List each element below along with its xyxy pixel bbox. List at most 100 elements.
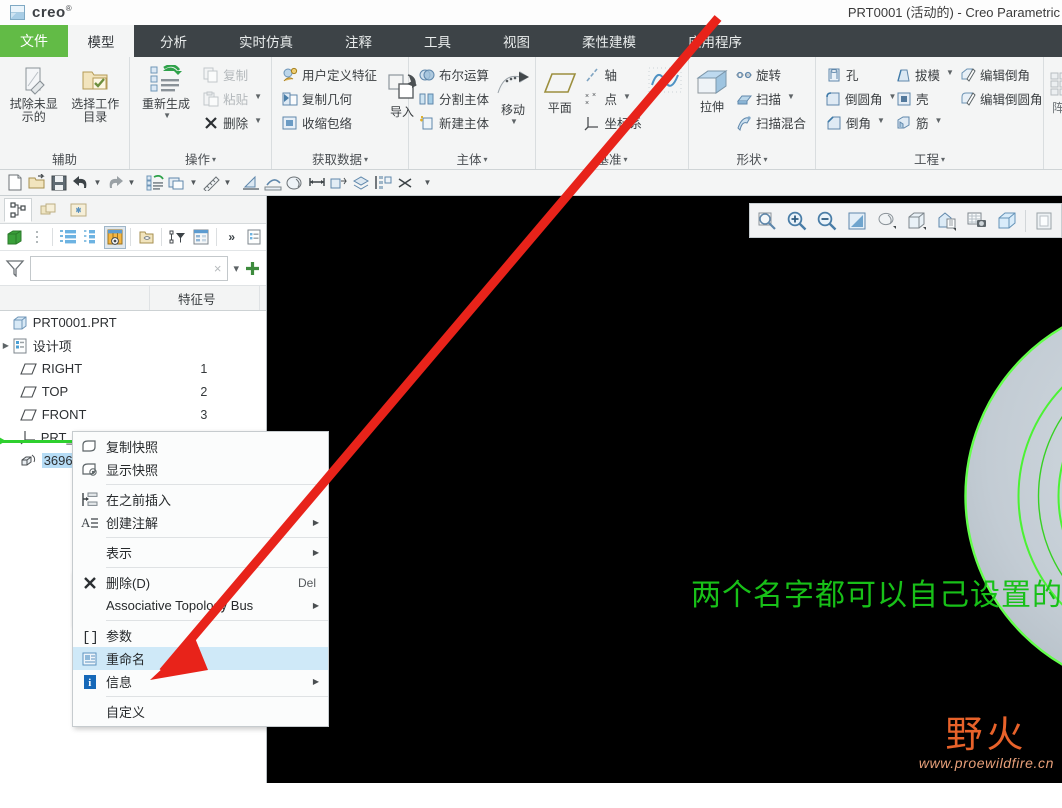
swept-blend-button[interactable]: 扫描混合: [732, 111, 809, 134]
regenerate-qbutton[interactable]: [144, 172, 165, 193]
paste-button[interactable]: 粘贴 ▼: [199, 87, 265, 110]
round-button[interactable]: 倒圆角 ▼: [822, 87, 896, 110]
search-input-wrap[interactable]: ×: [30, 255, 229, 281]
zoom-in-button[interactable]: [783, 207, 811, 235]
pattern-button[interactable]: 阵列▼: [1049, 62, 1062, 128]
chevron-down-icon[interactable]: ▼: [946, 68, 954, 77]
group-dialog-caret[interactable]: ▾: [484, 155, 488, 164]
clear-icon[interactable]: ×: [208, 261, 228, 276]
context-menu-item[interactable]: A 创建注解 ▶: [73, 511, 328, 534]
grip-handle[interactable]: [26, 226, 48, 249]
expand-all-button[interactable]: [57, 226, 79, 249]
undo-dropdown[interactable]: ▼: [92, 178, 103, 187]
redo-dropdown[interactable]: ▼: [126, 178, 137, 187]
tree-row-design-items[interactable]: ▶ 设计项: [0, 334, 266, 357]
ribbon-tab-annotate[interactable]: 注释: [319, 25, 398, 57]
erase-undisplayed-button[interactable]: 拭除未显 示的: [6, 62, 62, 124]
collapse-all-button[interactable]: [81, 226, 103, 249]
tree-col-extra-header[interactable]: [260, 286, 266, 310]
tree-col-featnum-header[interactable]: 特征号: [150, 286, 260, 310]
udf-button[interactable]: 用户定义特征: [278, 63, 380, 86]
tree-settings-button[interactable]: [189, 226, 211, 249]
add-filter-icon[interactable]: [244, 260, 261, 277]
ribbon-tab-file[interactable]: 文件: [0, 25, 68, 57]
search-folder-button[interactable]: [135, 226, 157, 249]
regenerate-button[interactable]: 重新生成 ▼: [136, 62, 196, 124]
graphics-viewport[interactable]: 两个名字都可以自己设置的 野火 www.proewildfire.cn: [267, 196, 1062, 783]
group-dialog-caret[interactable]: ▾: [624, 155, 628, 164]
paint-button[interactable]: [284, 172, 305, 193]
folder-browser-tab[interactable]: [64, 198, 92, 222]
dimension-button[interactable]: [306, 172, 327, 193]
boolean-button[interactable]: 布尔运算: [415, 63, 492, 86]
context-menu-item[interactable]: 表示 ▶: [73, 541, 328, 564]
extrude-button[interactable]: 拉伸: [695, 62, 729, 114]
open-button[interactable]: [26, 172, 47, 193]
datum-curve-button[interactable]: [648, 62, 682, 99]
select-working-directory-button[interactable]: 选择工作 目录: [68, 62, 124, 124]
chevron-down-icon[interactable]: ▼: [889, 92, 897, 101]
tree-columns-button[interactable]: [103, 225, 127, 249]
close-all-button[interactable]: [394, 172, 415, 193]
chevron-down-icon[interactable]: ▼: [787, 92, 795, 101]
context-menu-item[interactable]: 复制快照: [73, 435, 328, 458]
layer-button[interactable]: [350, 172, 371, 193]
group-dialog-caret[interactable]: ▾: [764, 155, 768, 164]
zoom-out-button[interactable]: [813, 207, 841, 235]
delete-button[interactable]: 删除 ▼: [199, 111, 265, 134]
new-button[interactable]: [4, 172, 25, 193]
search-input[interactable]: [31, 257, 208, 279]
context-menu-item[interactable]: 显示快照: [73, 458, 328, 481]
group-dialog-caret[interactable]: ▾: [212, 155, 216, 164]
datum-csys-button[interactable]: 坐标系: [580, 111, 645, 134]
edit-chamfer-button[interactable]: 编辑倒角: [956, 63, 1046, 86]
tree-options-button[interactable]: [244, 226, 266, 249]
perspective-button[interactable]: [1030, 207, 1058, 235]
chevron-down-icon[interactable]: ▼: [144, 109, 190, 122]
analysis-button[interactable]: [240, 172, 261, 193]
customize-qat-dropdown[interactable]: ▼: [422, 178, 433, 187]
tree-row-front[interactable]: FRONT 3: [0, 403, 266, 426]
filter-tree-button[interactable]: [166, 226, 188, 249]
refit-button[interactable]: [753, 207, 781, 235]
draft-button[interactable]: 拔模 ▼: [892, 63, 956, 86]
datum-display-button[interactable]: [873, 207, 901, 235]
undo-button[interactable]: [70, 172, 91, 193]
group-dialog-caret[interactable]: ▾: [941, 155, 945, 164]
ribbon-tab-live-sim[interactable]: 实时仿真: [213, 25, 319, 57]
shrinkwrap-button[interactable]: 收缩包络: [278, 111, 380, 134]
model-tree-tab[interactable]: [4, 197, 32, 222]
copy-button[interactable]: 复制: [199, 63, 265, 86]
tree-col-name-header[interactable]: [0, 286, 150, 310]
ribbon-tab-view[interactable]: 视图: [477, 25, 556, 57]
chevron-down-icon[interactable]: ▼: [623, 92, 631, 101]
sweep-button[interactable]: 扫描 ▼: [732, 87, 809, 110]
more-options-button[interactable]: »: [221, 226, 243, 249]
edit-round-button[interactable]: 编辑倒圆角: [956, 87, 1046, 110]
repaint-button[interactable]: [843, 207, 871, 235]
measure-button[interactable]: [200, 172, 221, 193]
chevron-down-icon[interactable]: ▼: [503, 115, 525, 128]
save-button[interactable]: [48, 172, 69, 193]
ribbon-tab-flexible[interactable]: 柔性建模: [556, 25, 662, 57]
chamfer-button[interactable]: 倒角 ▼: [822, 111, 892, 134]
show-model-tree-button[interactable]: [3, 226, 25, 249]
measure-tool-button[interactable]: [262, 172, 283, 193]
relation-button[interactable]: [328, 172, 349, 193]
window-dropdown[interactable]: ▼: [188, 178, 199, 187]
new-body-button[interactable]: 新建主体: [415, 111, 492, 134]
chevron-down-icon[interactable]: ▼: [254, 116, 262, 125]
filter-dropdown-caret[interactable]: ▾: [233, 262, 239, 275]
tree-button[interactable]: [372, 172, 393, 193]
display-style-button[interactable]: [903, 207, 931, 235]
tree-row-part[interactable]: PRT0001.PRT: [0, 311, 266, 334]
saved-orientations-button[interactable]: [933, 207, 961, 235]
rib-button[interactable]: 筋 ▼: [892, 111, 956, 134]
ribbon-tab-analysis[interactable]: 分析: [134, 25, 213, 57]
window-button[interactable]: [166, 172, 187, 193]
view-manager-button[interactable]: [963, 207, 991, 235]
context-menu-item[interactable]: [] 参数: [73, 624, 328, 647]
context-menu-item[interactable]: i 信息 ▶: [73, 670, 328, 693]
ribbon-tab-tools[interactable]: 工具: [398, 25, 477, 57]
chevron-down-icon[interactable]: ▼: [254, 92, 262, 101]
